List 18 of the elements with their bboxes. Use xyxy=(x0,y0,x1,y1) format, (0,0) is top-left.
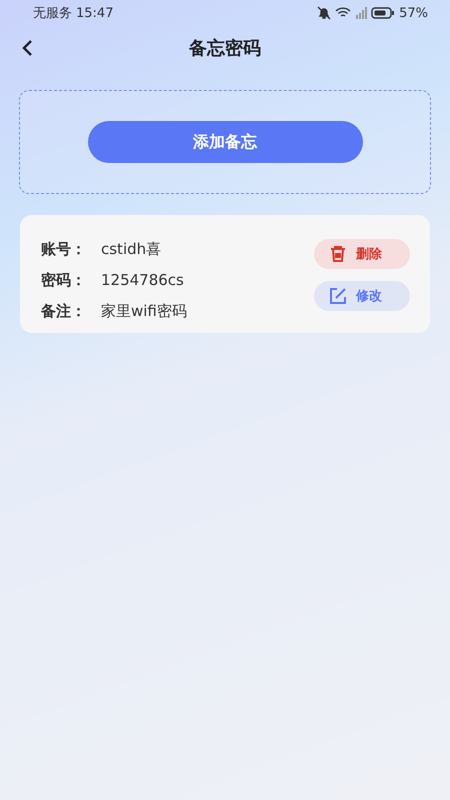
field-label: 密码： xyxy=(41,270,87,290)
field-label: 账号： xyxy=(41,240,87,258)
bell-muted-icon xyxy=(317,6,332,20)
carrier-text: 无服务 xyxy=(33,5,72,22)
field-value: 家里wifi密码 xyxy=(101,302,187,320)
signal-icon xyxy=(355,6,368,20)
trash-icon xyxy=(328,244,348,264)
field-value: cstidh喜 xyxy=(101,240,162,258)
delete-button[interactable]: 删除 xyxy=(314,239,410,269)
edit-icon xyxy=(328,286,348,306)
page-title: 备忘密码 xyxy=(189,37,261,60)
edit-button[interactable]: 修改 xyxy=(314,281,410,311)
add-memo-button[interactable]: 添加备忘 xyxy=(88,121,362,163)
battery-percent: 57% xyxy=(399,6,428,20)
field-value: 1254786cs xyxy=(101,271,184,289)
field-label: 备注： xyxy=(41,302,87,320)
battery-icon xyxy=(371,6,396,20)
clock-time: 15:47 xyxy=(76,6,114,20)
